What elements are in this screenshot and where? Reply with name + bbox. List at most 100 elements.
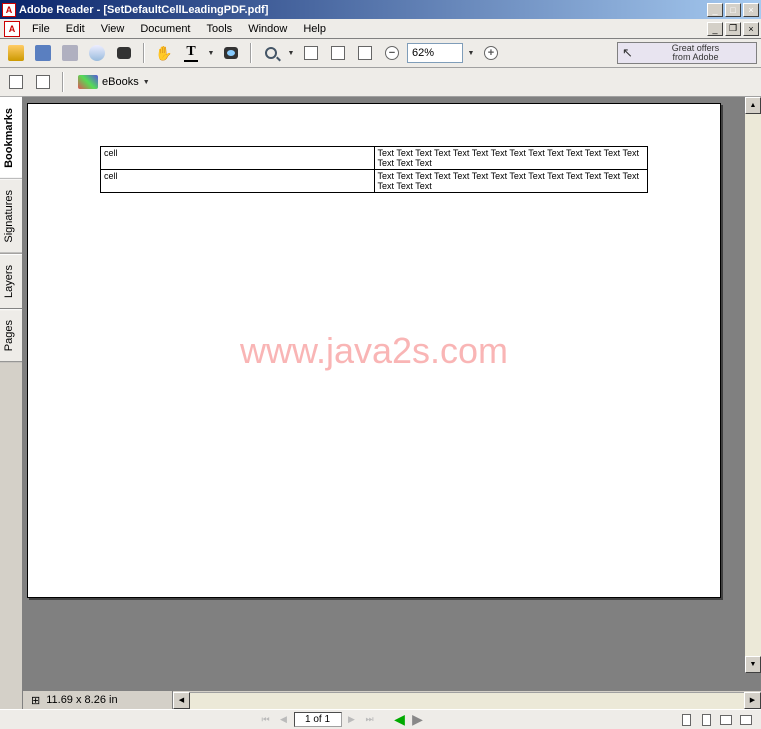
titlebar: A Adobe Reader - [SetDefaultCellLeadingP… [0,0,761,19]
watermark: www.java2s.com [240,330,508,372]
binoculars-icon [117,47,131,59]
doc-name: [SetDefaultCellLeadingPDF.pdf] [103,4,268,16]
chevron-down-icon: ▼ [288,50,295,57]
separator [143,43,145,63]
doc-restore-button[interactable]: ❐ [725,22,741,36]
toolbar-main: ✋ T ▼ ▼ − 62% ▼ + ↖ Great offers from Ad… [0,39,761,68]
vertical-scrollbar[interactable]: ▲ ▼ [744,97,761,673]
minimize-button[interactable]: _ [707,3,723,17]
forward-icon: ▶ [412,711,423,728]
continuous-facing-icon [740,715,752,725]
print-button[interactable] [58,41,82,65]
page-number-input[interactable]: 1 of 1 [294,712,342,727]
hand-icon: ✋ [155,45,172,62]
text-select-icon: T [184,44,198,62]
menu-document[interactable]: Document [132,21,198,37]
zoom-in-button[interactable]: + [479,41,503,65]
snapshot-button[interactable] [219,41,243,65]
last-page-button[interactable]: ⏭ [362,712,378,728]
hand-tool-button[interactable]: ✋ [152,41,176,65]
statusbar: ⏮ ◀ 1 of 1 ▶ ⏭ ◀ ▶ [0,709,761,729]
sidebar-tab-layers[interactable]: Layers [0,254,22,309]
close-button[interactable]: × [743,3,759,17]
nav-tool-button-2[interactable] [31,70,55,94]
single-page-view-button[interactable] [677,712,695,728]
select-text-button[interactable]: T [179,41,203,65]
menu-view[interactable]: View [93,21,133,37]
search-button[interactable] [112,41,136,65]
page-dimensions-box: ⊞ 11.69 x 8.26 in [23,691,173,709]
facing-view-button[interactable] [717,712,735,728]
ebooks-label: eBooks [102,76,139,88]
doc-icon: A [4,21,20,37]
scroll-down-button[interactable]: ▼ [745,656,761,673]
menu-help[interactable]: Help [295,21,334,37]
doc-minimize-button[interactable]: _ [707,22,723,36]
save-icon [35,45,51,61]
open-button[interactable] [4,41,28,65]
email-button[interactable] [85,41,109,65]
app-icon: A [2,3,16,17]
continuous-icon [702,714,711,726]
zoom-level-dropdown[interactable]: ▼ [466,50,476,57]
nav-tool-button[interactable] [4,70,28,94]
select-dropdown[interactable]: ▼ [206,50,216,57]
zoom-out-button[interactable]: − [380,41,404,65]
save-button[interactable] [31,41,55,65]
pdf-table: cell Text Text Text Text Text Text Text … [100,146,648,193]
separator [250,43,252,63]
fit-page-button[interactable] [326,41,350,65]
print-icon [62,45,78,61]
cursor-icon: ↖ [622,45,633,61]
scroll-up-button[interactable]: ▲ [745,97,761,114]
scrollbar-track[interactable] [745,114,761,656]
single-page-icon [682,714,691,726]
back-icon: ◀ [394,711,405,728]
first-page-button[interactable]: ⏮ [258,712,274,728]
offer-text: Great offers from Adobe [639,44,752,62]
scrollbar-track[interactable] [190,692,744,709]
table-cell: cell [101,170,375,193]
mail-icon [89,45,105,61]
ebooks-button[interactable]: eBooks ▼ [71,72,157,92]
table-row: cell Text Text Text Text Text Text Text … [101,170,648,193]
menu-tools[interactable]: Tools [199,21,241,37]
window-title: Adobe Reader - [SetDefaultCellLeadingPDF… [19,4,705,16]
toolbar-secondary: eBooks ▼ [0,68,761,97]
sidebar-tab-signatures[interactable]: Signatures [0,179,22,254]
adobe-offer-button[interactable]: ↖ Great offers from Adobe [617,42,757,64]
continuous-facing-view-button[interactable] [737,712,755,728]
sidebar: Bookmarks Signatures Layers Pages [0,97,23,709]
chevron-down-icon: ▼ [143,79,150,86]
zoom-dropdown[interactable]: ▼ [286,50,296,57]
table-row: cell Text Text Text Text Text Text Text … [101,147,648,170]
menu-edit[interactable]: Edit [58,21,93,37]
forward-button[interactable]: ▶ [410,712,426,728]
zoom-input[interactable]: 62% [407,43,463,63]
page-dimensions: 11.69 x 8.26 in [46,694,117,706]
fit-page-icon [331,46,345,60]
fit-width-button[interactable] [353,41,377,65]
next-page-button[interactable]: ▶ [344,712,360,728]
sidebar-tab-pages[interactable]: Pages [0,309,22,362]
doc-close-button[interactable]: × [743,22,759,36]
table-cell: Text Text Text Text Text Text Text Text … [374,147,648,170]
scroll-left-button[interactable]: ◀ [173,692,190,709]
app-name: Adobe Reader [19,4,94,16]
back-button[interactable]: ◀ [392,712,408,728]
prev-page-button[interactable]: ◀ [276,712,292,728]
menu-file[interactable]: File [24,21,58,37]
maximize-button[interactable]: □ [725,3,741,17]
actual-size-button[interactable] [299,41,323,65]
camera-icon [224,47,238,59]
continuous-view-button[interactable] [697,712,715,728]
horizontal-scrollbar[interactable]: ◀ ▶ [173,692,761,709]
menu-window[interactable]: Window [240,21,295,37]
view-mode-buttons [677,712,755,728]
zoom-tool-button[interactable] [259,41,283,65]
scroll-right-button[interactable]: ▶ [744,692,761,709]
page-icon [36,75,50,89]
sidebar-tab-bookmarks[interactable]: Bookmarks [0,97,22,179]
document-viewport[interactable]: cell Text Text Text Text Text Text Text … [23,97,761,691]
table-cell: cell [101,147,375,170]
